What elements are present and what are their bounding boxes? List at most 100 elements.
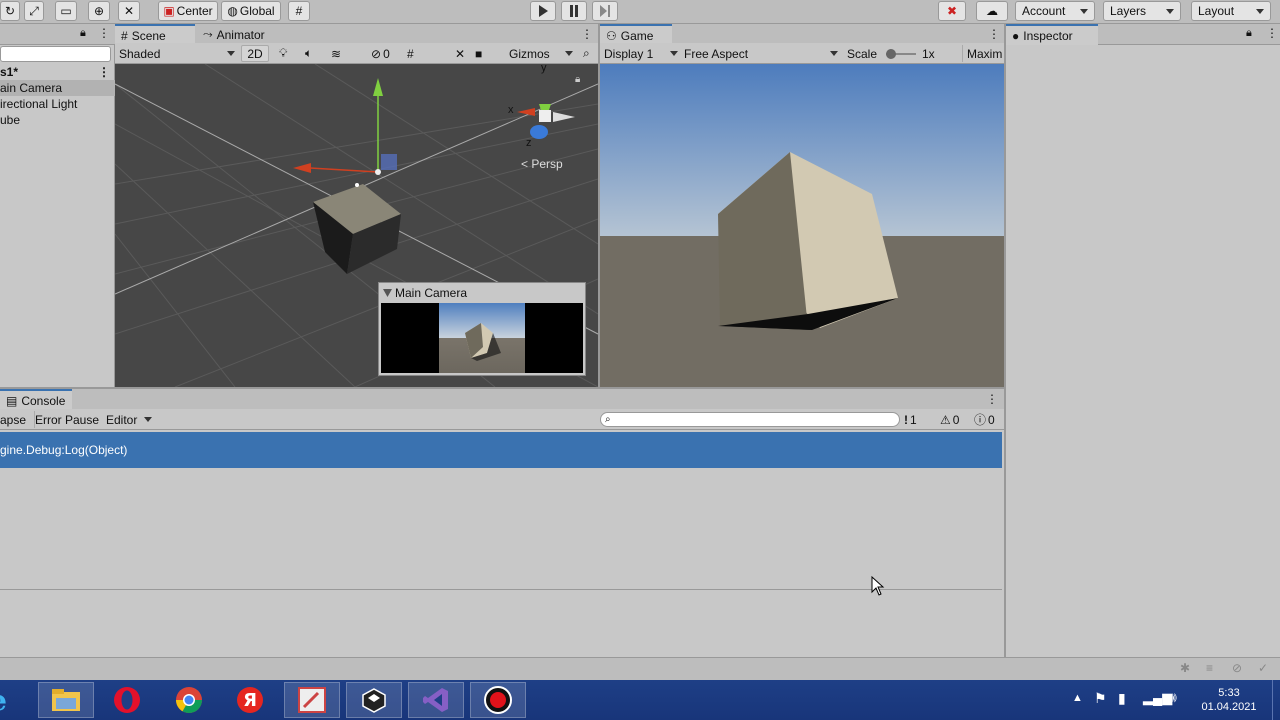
editor-dropdown[interactable]: Editor [106, 411, 152, 428]
hierarchy-item-main-camera[interactable]: ain Camera [0, 80, 115, 96]
gizmo-center-cube[interactable] [539, 110, 551, 122]
tab-console[interactable]: ▤ Console [0, 389, 72, 410]
power-icon[interactable]: ▮ [1118, 690, 1126, 707]
scale-tool-icon[interactable]: ⤢ [24, 1, 44, 21]
game-viewport[interactable] [600, 64, 1004, 387]
hierarchy-item-cube[interactable]: ube [0, 112, 115, 128]
x-axis-handle[interactable] [309, 167, 379, 173]
pivot-center-button[interactable]: ▣ Center [158, 1, 218, 21]
screen-recorder-icon[interactable] [470, 682, 526, 718]
effects-toggle-icon[interactable]: ≋ [331, 45, 341, 62]
aspect-dropdown[interactable]: Free Aspect [684, 45, 838, 62]
no-entry-icon[interactable]: ⊘ [1232, 661, 1242, 675]
light-gizmo[interactable] [355, 183, 359, 187]
tab-game[interactable]: ⚇ Game [600, 24, 672, 45]
console-search-input[interactable]: ⌕ [600, 412, 900, 427]
triangle-down-icon[interactable] [383, 289, 392, 297]
custom-tool-icon[interactable]: ✕ [118, 1, 140, 21]
lock-icon[interactable]: 🔒︎ [80, 27, 86, 40]
tools-toggle-icon[interactable]: ✕ [455, 45, 465, 62]
hierarchy-search-input[interactable] [0, 46, 111, 62]
lock-icon[interactable]: 🔒︎ [1246, 27, 1252, 40]
shading-mode-dropdown[interactable]: Shaded [119, 45, 235, 62]
paint-app-icon[interactable] [284, 682, 340, 718]
hierarchy-item-directional-light[interactable]: irectional Light [0, 96, 115, 112]
opera-icon[interactable] [99, 682, 155, 718]
maximize-on-play-toggle[interactable]: Maxim [962, 45, 1004, 62]
info-icon: ! [904, 412, 908, 427]
x-arrow-icon[interactable] [293, 163, 311, 173]
play-button[interactable] [530, 1, 556, 21]
kebab-menu-icon[interactable]: ⋮ [98, 26, 110, 40]
file-explorer-icon[interactable] [38, 682, 94, 718]
bug-icon[interactable]: ✱ [1180, 661, 1190, 675]
error-icon: ⓘ [974, 413, 987, 427]
scene-root[interactable]: s1* ⋮ [0, 64, 115, 80]
search-icon[interactable]: ⌕ [583, 45, 590, 62]
chrome-icon[interactable] [161, 682, 217, 718]
unity-icon[interactable] [346, 682, 402, 718]
plane-handle[interactable] [381, 154, 397, 170]
y-arrow-icon[interactable] [373, 78, 383, 96]
scene-viewport[interactable]: y x z 🔒︎ < Persp Main Camera [115, 64, 598, 387]
main-toolbar: ↻ ⤢ ▭ ⊕ ✕ ▣ Center ◍ Global # ✖ ☁ Accoun… [0, 0, 1280, 24]
lighting-toggle-icon[interactable]: 💡︎ [279, 45, 287, 62]
transform-tool-icon[interactable]: ⊕ [88, 1, 110, 21]
layout-dropdown[interactable]: Layout [1191, 1, 1271, 21]
volume-icon[interactable]: 🔊︎ [1168, 689, 1177, 706]
display-dropdown[interactable]: Display 1 [604, 45, 678, 62]
kebab-menu-icon[interactable]: ⋮ [986, 392, 998, 406]
center-icon: ▣ [163, 4, 175, 18]
visual-studio-icon[interactable] [408, 682, 464, 718]
log-filter-toggle[interactable]: ! 1 [904, 411, 917, 428]
account-dropdown[interactable]: Account [1015, 1, 1095, 21]
gizmo-z-cone[interactable] [530, 125, 548, 139]
check-icon[interactable]: ✓ [1258, 661, 1268, 675]
clock-date: 01.04.2021 [1201, 701, 1257, 713]
action-center-flag-icon[interactable]: ⚑ [1094, 690, 1107, 707]
kebab-menu-icon[interactable]: ⋮ [1266, 26, 1278, 40]
cloud-button[interactable]: ☁ [976, 1, 1008, 21]
audio-toggle-icon[interactable]: 🔈︎ [305, 45, 312, 62]
show-desktop-button[interactable] [1272, 680, 1280, 720]
error-filter-toggle[interactable]: ⓘ 0 [974, 411, 995, 428]
gizmo-neg-x-cone[interactable] [553, 112, 575, 122]
pause-button[interactable] [561, 1, 587, 21]
kebab-menu-icon[interactable]: ⋮ [581, 27, 593, 41]
rect-tool-icon[interactable]: ▭ [55, 1, 77, 21]
database-icon[interactable]: ≡ [1206, 661, 1213, 675]
projection-toggle[interactable]: < Persp [521, 157, 563, 171]
grid-snap-icon[interactable]: # [288, 1, 310, 21]
status-bar: ✱ ≡ ⊘ ✓ [0, 657, 1280, 680]
warning-filter-toggle[interactable]: ⚠ 0 [940, 411, 959, 428]
scale-slider-thumb[interactable] [886, 49, 896, 59]
kebab-menu-icon[interactable]: ⋮ [988, 27, 1000, 41]
toggle-2d-button[interactable]: 2D [241, 45, 269, 62]
tab-inspector[interactable]: ● Inspector [1006, 24, 1098, 45]
game-toolbar: Display 1 Free Aspect Scale 1x Maxim [600, 43, 1004, 64]
pivot-global-button[interactable]: ◍ Global [221, 1, 281, 21]
clock[interactable]: 5:33 01.04.2021 [1194, 686, 1264, 714]
lock-icon[interactable]: 🔒︎ [575, 74, 580, 85]
step-icon [600, 5, 610, 17]
redo-icon[interactable]: ↻ [0, 1, 20, 21]
tab-scene[interactable]: # Scene [115, 24, 195, 45]
console-splitter[interactable] [0, 589, 1002, 590]
gizmos-dropdown[interactable]: Gizmos [509, 45, 573, 62]
ie-icon[interactable]: e [0, 682, 16, 718]
hidden-objects-toggle[interactable]: ⊘ 0 [371, 45, 390, 62]
step-button[interactable] [592, 1, 618, 21]
layers-dropdown[interactable]: Layers [1103, 1, 1181, 21]
camera-settings-icon[interactable]: ■ [475, 45, 482, 62]
error-pause-button[interactable]: Error Pause [34, 411, 99, 428]
grid-toggle-icon[interactable]: # [407, 45, 414, 62]
kebab-menu-icon[interactable]: ⋮ [98, 64, 110, 80]
tab-animator[interactable]: ⤳ Animator [197, 24, 287, 45]
collab-button[interactable]: ✖ [938, 1, 966, 21]
scene-cube[interactable] [313, 184, 401, 274]
tray-expand-icon[interactable]: ▲ [1072, 692, 1083, 704]
collapse-button[interactable]: apse [0, 411, 26, 428]
yandex-browser-icon[interactable]: Я [222, 682, 278, 718]
console-entry-selected[interactable]: gine.Debug:Log(Object) [0, 432, 1002, 468]
scale-slider[interactable] [886, 49, 916, 59]
